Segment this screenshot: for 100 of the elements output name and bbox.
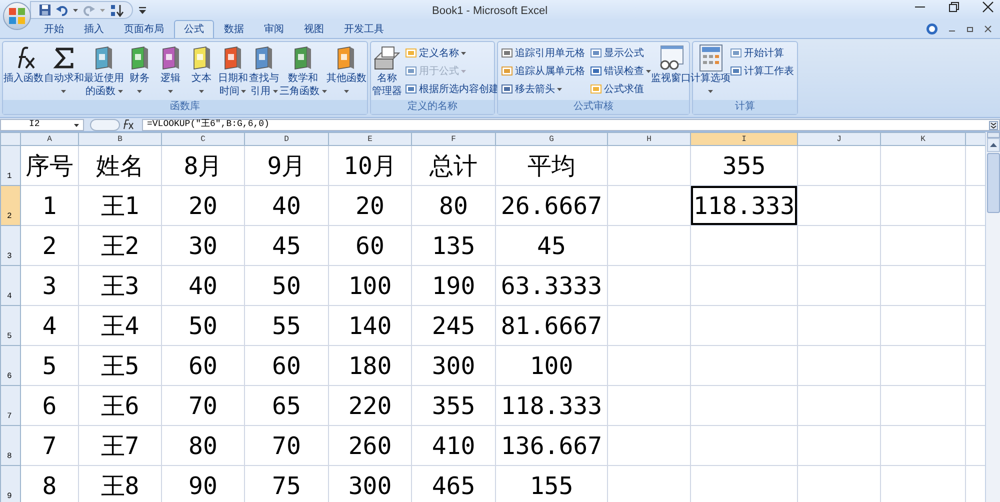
table-cell-text: 140 (347, 310, 393, 342)
ribbon-button[interactable]: 公式求值 (590, 81, 651, 97)
table-cell-text: 60 (271, 350, 302, 382)
table-cell-text: 2 (41, 230, 58, 262)
office-logo-icon (9, 8, 25, 24)
ribbon-button[interactable]: 最近使用 的函数 (84, 44, 124, 98)
table-cell-text: 45 (271, 230, 302, 262)
sort-ascending-icon[interactable] (110, 4, 124, 16)
book-icon (93, 46, 115, 70)
expand-icon[interactable] (989, 120, 998, 130)
ribbon-button[interactable]: 监视窗口 (654, 44, 688, 85)
customize-toolbar-icon[interactable] (139, 6, 146, 14)
table-cell-text: 70 (188, 390, 218, 422)
scroll-up-icon[interactable] (986, 138, 1000, 152)
table-cell-text: 5 (41, 350, 58, 382)
ribbon-button[interactable]: 插入函数 (4, 44, 44, 85)
ribbon-button[interactable]: 开始计算 (730, 45, 794, 61)
caret-icon (137, 90, 142, 93)
column-header[interactable]: J (798, 132, 880, 146)
ribbon-tab[interactable]: 开始 (34, 20, 74, 38)
caret-icon (272, 90, 278, 93)
tool-icon (405, 83, 417, 95)
row-header[interactable]: 1 (0, 146, 20, 186)
row-header[interactable]: 3 (0, 226, 20, 266)
ribbon-button[interactable]: 查找与 引用 (249, 44, 280, 98)
ribbon-button[interactable]: 逻辑 (156, 44, 186, 98)
save-icon[interactable] (39, 4, 51, 16)
tool-icon (501, 83, 513, 95)
table-cell-text: 10月 (342, 150, 398, 182)
ribbon-button[interactable]: 追踪引用单元格 (501, 45, 585, 61)
split-handle-icon[interactable] (986, 132, 1000, 138)
table-cell-text: 王7 (100, 430, 140, 462)
office-button[interactable] (3, 2, 31, 30)
ribbon-button[interactable]: 名称 管理器 (372, 44, 402, 98)
row-header[interactable]: 8 (0, 426, 20, 466)
row-header[interactable]: 5 (0, 306, 20, 346)
caret-icon (241, 90, 246, 93)
ribbon-tab[interactable]: 页面布局 (114, 20, 174, 38)
ribbon-button[interactable]: 其他函数 (326, 44, 366, 98)
ribbon-button[interactable]: 追踪从属单元格 (501, 63, 585, 79)
caret-icon (61, 90, 66, 93)
row-header[interactable]: 4 (0, 266, 20, 306)
ribbon-button[interactable]: 显示公式 (590, 45, 651, 61)
column-header[interactable]: C (162, 132, 244, 146)
ribbon-button[interactable]: 日期和 时间 (218, 44, 248, 98)
table-cell-text: 80 (438, 190, 469, 222)
ribbon-tab[interactable]: 公式 (174, 20, 214, 38)
row-header[interactable]: 9 (0, 466, 20, 502)
table-cell-text: 9月 (266, 150, 307, 182)
table-cell-text: 王5 (100, 350, 140, 382)
caret-icon (168, 90, 174, 93)
ribbon-tab[interactable]: 插入 (74, 20, 114, 38)
table-cell-text: 81.6667 (500, 310, 604, 342)
tool-icon (590, 65, 602, 77)
table-cell-text: 40 (188, 270, 218, 302)
vertical-scrollbar[interactable] (985, 132, 1000, 502)
formula-input[interactable]: =VLOOKUP("王6",B:G,6,0) (142, 118, 1000, 130)
row-header[interactable]: 6 (0, 346, 20, 386)
column-header[interactable]: K (880, 132, 966, 146)
ribbon-tab[interactable]: 开发工具 (334, 20, 394, 38)
column-header[interactable]: D (244, 132, 328, 146)
caret-icon (708, 90, 713, 93)
column-header[interactable]: E (328, 132, 412, 146)
table-cell-text: 8月 (182, 150, 224, 182)
column-header[interactable]: G (496, 132, 608, 146)
column-header[interactable]: F (412, 132, 496, 146)
tool-icon (730, 65, 742, 77)
caret-icon[interactable] (73, 8, 78, 12)
caret-icon (461, 52, 466, 54)
ribbon-button[interactable]: 数学和 三角函数 (280, 44, 326, 98)
ribbon-button[interactable]: 财务 (124, 44, 155, 98)
close-icon[interactable] (982, 1, 994, 13)
ribbon-button[interactable]: 错误检查 (590, 63, 651, 79)
caret-icon (199, 90, 204, 93)
row-header[interactable]: 2 (0, 186, 20, 226)
column-header[interactable]: I (690, 132, 798, 146)
table-cell-text: 90 (188, 470, 218, 502)
ribbon-button[interactable]: 文本 (186, 44, 217, 98)
ribbon-button[interactable]: 计算工作表 (730, 63, 794, 79)
column-header[interactable]: A (20, 132, 78, 146)
column-header[interactable]: H (608, 132, 690, 146)
table-cell-text: 50 (271, 270, 302, 302)
row-header[interactable]: 7 (0, 386, 20, 426)
table-cell-text: 6 (41, 390, 58, 422)
ribbon-tab[interactable]: 视图 (294, 20, 334, 38)
table-cell-text: 55 (271, 310, 302, 342)
calculator-icon (698, 44, 722, 72)
caret-icon (646, 70, 651, 72)
ribbon-button[interactable]: 移去箭头 (501, 81, 585, 97)
column-header[interactable]: B (78, 132, 162, 146)
table-cell-text: 王6 (100, 390, 140, 422)
name-box[interactable]: I2 (0, 118, 84, 130)
ribbon-tab[interactable]: 数据 (214, 20, 254, 38)
table-cell-text: 65 (271, 390, 302, 422)
restore-icon[interactable] (948, 1, 960, 13)
scroll-thumb[interactable] (986, 153, 1000, 213)
ribbon-button[interactable]: 自动求和 (44, 44, 84, 98)
undo-icon[interactable] (56, 4, 68, 16)
ribbon-tab[interactable]: 审阅 (254, 20, 294, 38)
help-icon[interactable] (926, 23, 938, 35)
